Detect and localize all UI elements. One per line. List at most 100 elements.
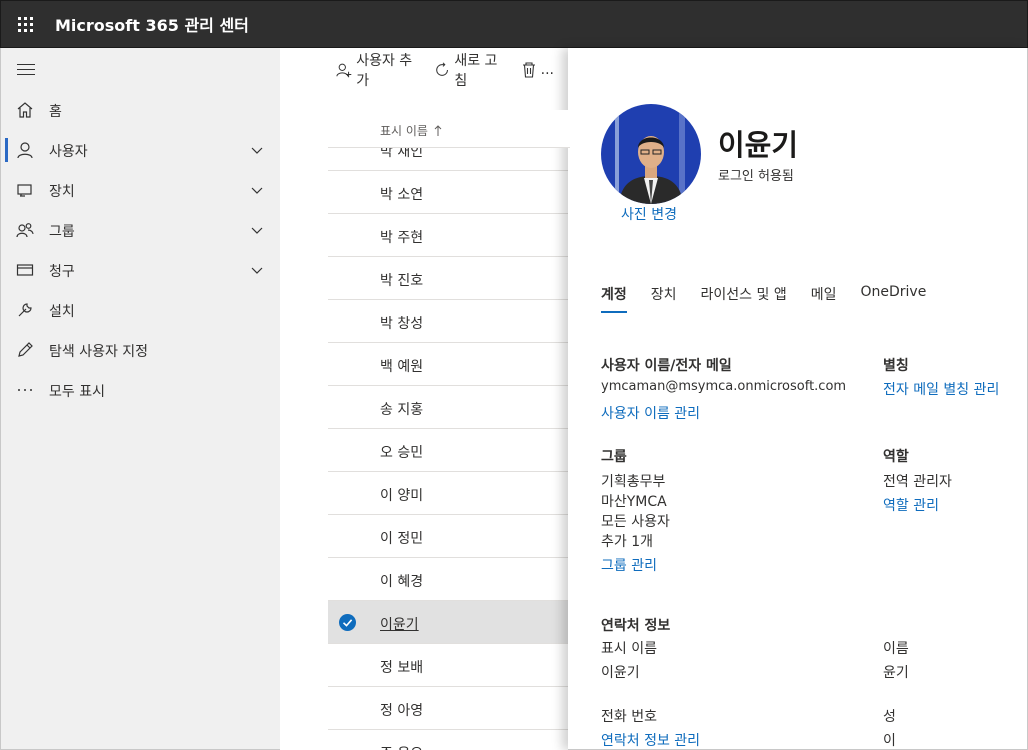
sidebar-item-customize-navigation[interactable]: 탐색 사용자 지정 (1, 330, 281, 370)
sort-ascending-icon (434, 124, 442, 136)
sidebar-item-label: 청구 (49, 264, 75, 280)
phone-label: 전화 번호 (601, 709, 657, 725)
sidebar-item-setup[interactable]: 설치 (1, 290, 281, 330)
manage-groups-link[interactable]: 그룹 관리 (601, 555, 657, 575)
user-display-name-cell: 박 주현 (380, 230, 424, 246)
display-name-value: 이윤기 (601, 665, 640, 681)
sidebar-item-label: 장치 (49, 184, 75, 200)
app-launcher-button[interactable] (1, 0, 49, 48)
user-display-name-cell: 송 지홍 (380, 402, 424, 418)
sidebar-item-label: 홈 (49, 104, 62, 120)
refresh-icon (436, 62, 449, 76)
group-item: 모든 사용자 (601, 514, 670, 530)
user-display-name-cell: 오 승민 (380, 445, 424, 461)
table-row[interactable]: 이 혜경 (328, 558, 570, 601)
table-row[interactable]: 정 보배 (328, 644, 570, 687)
refresh-label: 새로 고침 (454, 53, 498, 89)
sidebar: 홈 사용자 장치 그룹 청구 설치 탐색 사용자 지정 모두 표시 (0, 48, 280, 750)
table-row[interactable]: 이윤기 (328, 601, 570, 644)
table-row[interactable]: 박 창성 (328, 300, 570, 343)
sidebar-item-home[interactable]: 홈 (1, 90, 281, 130)
manage-roles-link[interactable]: 역할 관리 (883, 495, 939, 515)
sidebar-item-label: 사용자 (49, 144, 88, 160)
user-display-name-cell[interactable]: 이윤기 (380, 614, 419, 634)
sidebar-item-label: 모두 표시 (49, 384, 105, 400)
last-name-value: 이 (883, 733, 896, 749)
billing-icon (16, 264, 34, 276)
table-row[interactable]: 백 예원 (328, 343, 570, 386)
sidebar-item-users[interactable]: 사용자 (1, 130, 281, 170)
user-display-name-cell: 박 창성 (380, 316, 424, 332)
table-row[interactable]: 송 지홍 (328, 386, 570, 429)
app-title[interactable]: Microsoft 365 관리 센터 (55, 12, 249, 36)
add-user-icon (336, 63, 352, 78)
sidebar-item-billing[interactable]: 청구 (1, 250, 281, 290)
active-indicator (5, 138, 8, 162)
tab-devices[interactable]: 장치 (651, 284, 677, 304)
role-value: 전역 관리자 (883, 474, 952, 490)
sign-in-status: 로그인 허용됨 (718, 169, 794, 184)
user-display-name-cell: 백 예원 (380, 359, 424, 375)
top-bar: Microsoft 365 관리 센터 (0, 0, 1028, 48)
table-row[interactable]: 이 양미 (328, 472, 570, 515)
column-header-display-name[interactable]: 표시 이름 (380, 122, 442, 139)
sidebar-item-label: 탐색 사용자 지정 (49, 344, 149, 360)
delete-button[interactable]: ... (521, 61, 554, 79)
chevron-down-icon[interactable] (249, 182, 265, 198)
user-display-name-cell: 이 정민 (380, 531, 424, 547)
change-photo-link[interactable]: 사진 변경 (621, 204, 677, 224)
table-row[interactable]: 오 승민 (328, 429, 570, 472)
hamburger-icon[interactable] (17, 64, 35, 76)
manage-contact-info-link[interactable]: 연락처 정보 관리 (601, 730, 700, 749)
manage-username-link[interactable]: 사용자 이름 관리 (601, 403, 700, 423)
tab-mail[interactable]: 메일 (811, 284, 837, 304)
tab-account[interactable]: 계정 (601, 284, 627, 313)
column-header-label: 표시 이름 (380, 124, 428, 138)
chevron-down-icon[interactable] (249, 222, 265, 238)
table-row[interactable]: 박 주현 (328, 214, 570, 257)
delete-label: ... (540, 62, 554, 78)
more-icon (18, 389, 32, 391)
sidebar-item-groups[interactable]: 그룹 (1, 210, 281, 250)
group-icon (16, 223, 34, 238)
alias-title: 별칭 (883, 358, 909, 374)
sidebar-item-devices[interactable]: 장치 (1, 170, 281, 210)
user-photo-image (601, 104, 701, 204)
home-icon (17, 102, 33, 118)
add-user-button[interactable]: 사용자 추가 (336, 50, 418, 90)
trash-icon (522, 62, 535, 78)
group-item: 기획총무부 (601, 474, 666, 490)
tab-onedrive[interactable]: OneDrive (860, 284, 926, 304)
user-detail-panel: 사진 변경 이윤기 로그인 허용됨 계정 장치 라이선스 및 앱 메일 OneD… (568, 48, 1028, 750)
table-row[interactable]: 조 은오 (328, 730, 570, 750)
tab-licenses-apps[interactable]: 라이선스 및 앱 (701, 284, 787, 304)
pencil-icon (18, 342, 33, 357)
chevron-down-icon[interactable] (249, 142, 265, 158)
table-row[interactable]: 박 진호 (328, 257, 570, 300)
user-display-name-cell: 박 진호 (380, 273, 424, 289)
roles-title: 역할 (883, 449, 909, 465)
user-display-name-cell: 조 은오 (380, 743, 423, 750)
column-header-row (328, 110, 570, 148)
table-row[interactable]: 이 정민 (328, 515, 570, 558)
table-row[interactable]: 정 아영 (328, 687, 570, 730)
chevron-down-icon[interactable] (249, 262, 265, 278)
sidebar-item-show-all[interactable]: 모두 표시 (1, 370, 281, 410)
first-name-label: 이름 (883, 641, 909, 657)
sidebar-item-label: 설치 (49, 304, 75, 320)
manage-alias-link[interactable]: 전자 메일 별칭 관리 (883, 379, 999, 399)
user-display-name-cell: 이 양미 (380, 488, 424, 504)
table-row[interactable]: 박 소연 (328, 171, 570, 214)
refresh-button[interactable]: 새로 고침 (434, 50, 505, 90)
add-user-label: 사용자 추가 (356, 53, 413, 89)
selected-check-icon[interactable] (339, 614, 356, 631)
user-display-name-cell: 정 아영 (380, 703, 424, 719)
group-more: 추가 1개 (601, 534, 653, 550)
username-email-value: ymcaman@msymca.onmicrosoft.com (601, 379, 847, 394)
first-name-value: 윤기 (883, 665, 909, 681)
user-list-area: 사용자 추가 새로 고침 ... 표시 이름 박 재인 박 소연 박 주현 박 진호 박… (280, 48, 570, 750)
user-display-name: 이윤기 (718, 128, 799, 162)
group-item: 마산YMCA (601, 494, 667, 510)
waffle-icon (17, 16, 33, 32)
user-display-name-cell: 이 혜경 (380, 574, 424, 590)
